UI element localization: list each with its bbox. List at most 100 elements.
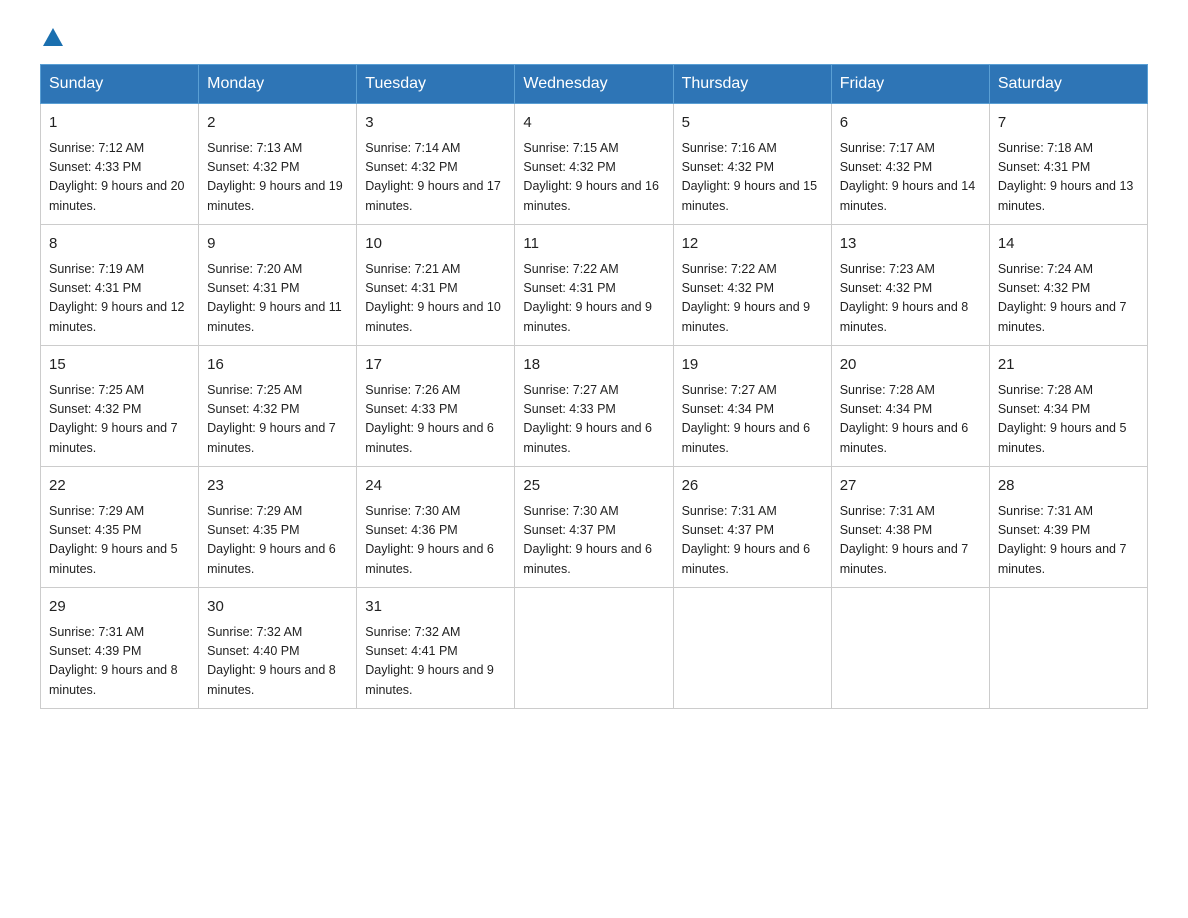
calendar-cell: 30 Sunrise: 7:32 AMSunset: 4:40 PMDayligh… xyxy=(199,588,357,709)
day-number: 30 xyxy=(207,596,348,619)
day-number: 12 xyxy=(682,233,823,256)
day-info: Sunrise: 7:26 AMSunset: 4:33 PMDaylight:… xyxy=(365,381,506,459)
day-number: 29 xyxy=(49,596,190,619)
calendar-cell: 1Sunrise: 7:12 AMSunset: 4:33 PMDaylight… xyxy=(41,104,199,225)
day-info: Sunrise: 7:29 AMSunset: 4:35 PMDaylight:… xyxy=(49,502,190,580)
calendar-cell: 15Sunrise: 7:25 AMSunset: 4:32 PMDayligh… xyxy=(41,346,199,467)
calendar-cell: 2 Sunrise: 7:13 AMSunset: 4:32 PMDaylight… xyxy=(199,104,357,225)
day-number: 23 xyxy=(207,475,348,498)
day-info: Sunrise: 7:17 AMSunset: 4:32 PMDaylight:… xyxy=(840,139,981,217)
day-info: Sunrise: 7:32 AMSunset: 4:40 PMDaylight:… xyxy=(207,623,348,701)
calendar-cell: 29 Sunrise: 7:31 AMSunset: 4:39 PMDayligh… xyxy=(41,588,199,709)
day-info: Sunrise: 7:31 AMSunset: 4:38 PMDaylight:… xyxy=(840,502,981,580)
col-header-monday: Monday xyxy=(199,65,357,104)
day-number: 31 xyxy=(365,596,506,619)
day-number: 28 xyxy=(998,475,1139,498)
day-info: Sunrise: 7:12 AMSunset: 4:33 PMDaylight:… xyxy=(49,139,190,217)
day-number: 25 xyxy=(523,475,664,498)
day-info: Sunrise: 7:20 AMSunset: 4:31 PMDaylight:… xyxy=(207,260,348,338)
calendar-cell xyxy=(673,588,831,709)
week-row-4: 22 Sunrise: 7:29 AMSunset: 4:35 PMDayligh… xyxy=(41,467,1148,588)
calendar-cell: 21 Sunrise: 7:28 AMSunset: 4:34 PMDayligh… xyxy=(989,346,1147,467)
week-row-1: 1Sunrise: 7:12 AMSunset: 4:33 PMDaylight… xyxy=(41,104,1148,225)
calendar-cell: 18Sunrise: 7:27 AMSunset: 4:33 PMDayligh… xyxy=(515,346,673,467)
calendar-cell xyxy=(515,588,673,709)
day-info: Sunrise: 7:25 AMSunset: 4:32 PMDaylight:… xyxy=(49,381,190,459)
calendar-cell: 8 Sunrise: 7:19 AMSunset: 4:31 PMDaylight… xyxy=(41,225,199,346)
col-header-tuesday: Tuesday xyxy=(357,65,515,104)
calendar-cell: 28 Sunrise: 7:31 AMSunset: 4:39 PMDayligh… xyxy=(989,467,1147,588)
week-row-3: 15Sunrise: 7:25 AMSunset: 4:32 PMDayligh… xyxy=(41,346,1148,467)
day-number: 22 xyxy=(49,475,190,498)
day-info: Sunrise: 7:31 AMSunset: 4:37 PMDaylight:… xyxy=(682,502,823,580)
calendar-table: SundayMondayTuesdayWednesdayThursdayFrid… xyxy=(40,64,1148,709)
col-header-wednesday: Wednesday xyxy=(515,65,673,104)
calendar-cell xyxy=(989,588,1147,709)
day-number: 5 xyxy=(682,112,823,135)
day-number: 13 xyxy=(840,233,981,256)
day-info: Sunrise: 7:21 AMSunset: 4:31 PMDaylight:… xyxy=(365,260,506,338)
day-info: Sunrise: 7:22 AMSunset: 4:32 PMDaylight:… xyxy=(682,260,823,338)
week-row-5: 29 Sunrise: 7:31 AMSunset: 4:39 PMDayligh… xyxy=(41,588,1148,709)
calendar-cell: 23 Sunrise: 7:29 AMSunset: 4:35 PMDayligh… xyxy=(199,467,357,588)
day-info: Sunrise: 7:28 AMSunset: 4:34 PMDaylight:… xyxy=(840,381,981,459)
calendar-cell: 12 Sunrise: 7:22 AMSunset: 4:32 PMDayligh… xyxy=(673,225,831,346)
day-info: Sunrise: 7:32 AMSunset: 4:41 PMDaylight:… xyxy=(365,623,506,701)
day-number: 27 xyxy=(840,475,981,498)
day-info: Sunrise: 7:30 AMSunset: 4:37 PMDaylight:… xyxy=(523,502,664,580)
calendar-cell: 14Sunrise: 7:24 AMSunset: 4:32 PMDayligh… xyxy=(989,225,1147,346)
day-number: 7 xyxy=(998,112,1139,135)
calendar-cell: 27 Sunrise: 7:31 AMSunset: 4:38 PMDayligh… xyxy=(831,467,989,588)
calendar-header-row: SundayMondayTuesdayWednesdayThursdayFrid… xyxy=(41,65,1148,104)
calendar-cell: 11 Sunrise: 7:22 AMSunset: 4:31 PMDayligh… xyxy=(515,225,673,346)
calendar-cell: 22 Sunrise: 7:29 AMSunset: 4:35 PMDayligh… xyxy=(41,467,199,588)
calendar-cell: 26Sunrise: 7:31 AMSunset: 4:37 PMDayligh… xyxy=(673,467,831,588)
day-info: Sunrise: 7:16 AMSunset: 4:32 PMDaylight:… xyxy=(682,139,823,217)
calendar-cell xyxy=(831,588,989,709)
col-header-thursday: Thursday xyxy=(673,65,831,104)
day-info: Sunrise: 7:31 AMSunset: 4:39 PMDaylight:… xyxy=(998,502,1139,580)
day-number: 8 xyxy=(49,233,190,256)
day-info: Sunrise: 7:31 AMSunset: 4:39 PMDaylight:… xyxy=(49,623,190,701)
day-number: 11 xyxy=(523,233,664,256)
col-header-sunday: Sunday xyxy=(41,65,199,104)
day-number: 6 xyxy=(840,112,981,135)
calendar-cell: 7 Sunrise: 7:18 AMSunset: 4:31 PMDaylight… xyxy=(989,104,1147,225)
calendar-cell: 13Sunrise: 7:23 AMSunset: 4:32 PMDayligh… xyxy=(831,225,989,346)
day-info: Sunrise: 7:14 AMSunset: 4:32 PMDaylight:… xyxy=(365,139,506,217)
day-number: 21 xyxy=(998,354,1139,377)
day-number: 3 xyxy=(365,112,506,135)
col-header-friday: Friday xyxy=(831,65,989,104)
day-number: 4 xyxy=(523,112,664,135)
day-info: Sunrise: 7:18 AMSunset: 4:31 PMDaylight:… xyxy=(998,139,1139,217)
logo-triangle-icon xyxy=(43,28,63,46)
day-number: 24 xyxy=(365,475,506,498)
day-info: Sunrise: 7:22 AMSunset: 4:31 PMDaylight:… xyxy=(523,260,664,338)
col-header-saturday: Saturday xyxy=(989,65,1147,104)
page-header xyxy=(40,30,1148,44)
day-number: 10 xyxy=(365,233,506,256)
day-number: 16 xyxy=(207,354,348,377)
day-info: Sunrise: 7:27 AMSunset: 4:33 PMDaylight:… xyxy=(523,381,664,459)
calendar-cell: 20Sunrise: 7:28 AMSunset: 4:34 PMDayligh… xyxy=(831,346,989,467)
day-number: 2 xyxy=(207,112,348,135)
day-info: Sunrise: 7:13 AMSunset: 4:32 PMDaylight:… xyxy=(207,139,348,217)
day-number: 17 xyxy=(365,354,506,377)
calendar-cell: 4Sunrise: 7:15 AMSunset: 4:32 PMDaylight… xyxy=(515,104,673,225)
day-info: Sunrise: 7:25 AMSunset: 4:32 PMDaylight:… xyxy=(207,381,348,459)
calendar-cell: 5 Sunrise: 7:16 AMSunset: 4:32 PMDaylight… xyxy=(673,104,831,225)
calendar-cell: 10 Sunrise: 7:21 AMSunset: 4:31 PMDayligh… xyxy=(357,225,515,346)
day-number: 14 xyxy=(998,233,1139,256)
calendar-cell: 24Sunrise: 7:30 AMSunset: 4:36 PMDayligh… xyxy=(357,467,515,588)
day-number: 9 xyxy=(207,233,348,256)
day-info: Sunrise: 7:29 AMSunset: 4:35 PMDaylight:… xyxy=(207,502,348,580)
calendar-cell: 3 Sunrise: 7:14 AMSunset: 4:32 PMDaylight… xyxy=(357,104,515,225)
day-info: Sunrise: 7:19 AMSunset: 4:31 PMDaylight:… xyxy=(49,260,190,338)
calendar-cell: 17 Sunrise: 7:26 AMSunset: 4:33 PMDayligh… xyxy=(357,346,515,467)
day-number: 19 xyxy=(682,354,823,377)
day-info: Sunrise: 7:28 AMSunset: 4:34 PMDaylight:… xyxy=(998,381,1139,459)
week-row-2: 8 Sunrise: 7:19 AMSunset: 4:31 PMDaylight… xyxy=(41,225,1148,346)
calendar-cell: 16 Sunrise: 7:25 AMSunset: 4:32 PMDayligh… xyxy=(199,346,357,467)
calendar-cell: 31 Sunrise: 7:32 AMSunset: 4:41 PMDayligh… xyxy=(357,588,515,709)
logo xyxy=(40,30,63,44)
